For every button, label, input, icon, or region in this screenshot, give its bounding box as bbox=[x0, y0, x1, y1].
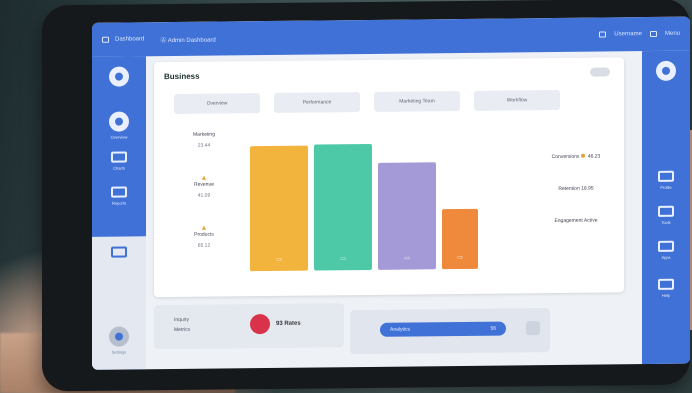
stat-label: Products bbox=[194, 231, 214, 238]
gear-icon bbox=[109, 326, 129, 347]
dot-icon bbox=[580, 153, 585, 158]
sidebar-item-overview[interactable]: Overview bbox=[92, 111, 146, 140]
stat-revenue: ▲ Revenue 41.09 bbox=[164, 174, 244, 199]
alert-icon[interactable] bbox=[250, 314, 270, 335]
alert-text: 93 Rates bbox=[276, 320, 301, 327]
settings-button[interactable] bbox=[526, 321, 540, 336]
tab-overview[interactable]: Overview bbox=[174, 93, 260, 115]
bar-3[interactable]: ▭ bbox=[378, 162, 436, 270]
stat-label: Engagement bbox=[554, 217, 583, 225]
sidebar-logo[interactable] bbox=[92, 66, 146, 87]
sidebar-item-label: Overview bbox=[110, 134, 128, 140]
bar-icon: ▭ bbox=[457, 254, 463, 262]
user-icon bbox=[658, 170, 674, 182]
stat-label: Retention bbox=[558, 185, 580, 192]
sidebar-item-label: Settings bbox=[111, 349, 127, 355]
cloud-icon bbox=[111, 246, 127, 258]
sidebar-item-active[interactable] bbox=[92, 246, 146, 258]
main-card: Business Overview Performance Marketing … bbox=[154, 57, 624, 298]
footer-right-card: Analytics 56 bbox=[350, 308, 550, 355]
avatar[interactable] bbox=[649, 30, 657, 38]
sidebar-item-reports[interactable]: Reports bbox=[92, 186, 146, 206]
sidebar-item-charts[interactable]: Charts bbox=[92, 151, 146, 171]
stat-engagement: Engagement Active bbox=[536, 217, 616, 224]
right-item-tools[interactable]: Tools bbox=[642, 205, 690, 226]
grid-icon bbox=[658, 240, 674, 252]
menu-button[interactable]: Menu bbox=[665, 31, 680, 37]
stat-products: ▲ Products 65.12 bbox=[164, 224, 244, 249]
top-bar: Dashboard Ⓐ Admin Dashboard Username Men… bbox=[92, 16, 690, 57]
stat-retention: Retention 18.95 bbox=[536, 185, 616, 192]
right-item-label: Apps bbox=[661, 254, 671, 260]
tab-performance[interactable]: Performance bbox=[274, 92, 360, 113]
tab-workflow[interactable]: Workflow bbox=[474, 89, 560, 111]
monitor-icon bbox=[111, 151, 127, 163]
bar-icon: ▭ bbox=[404, 255, 410, 262]
stat-label: Marketing bbox=[193, 131, 215, 138]
user-name[interactable]: Username bbox=[614, 31, 642, 37]
nav-title[interactable]: Ⓐ Admin Dashboard bbox=[160, 34, 215, 44]
stat-marketing: Marketing 23.44 bbox=[164, 131, 244, 149]
right-stats: Conversions 46.23 Retention 18.95 Engage… bbox=[536, 153, 616, 250]
right-item-profile[interactable]: Profile bbox=[642, 170, 690, 191]
sidebar-item-settings[interactable]: Settings bbox=[92, 326, 146, 355]
stat-value: 23.44 bbox=[197, 142, 211, 149]
logo-icon bbox=[102, 36, 109, 43]
bar-2[interactable]: ▭ bbox=[314, 143, 372, 271]
left-sidebar: Overview Charts Reports Settings bbox=[92, 56, 146, 370]
right-item-label: Help bbox=[661, 292, 671, 298]
footer-label: Inquiry bbox=[174, 316, 190, 324]
stat-value: 65.12 bbox=[197, 242, 211, 249]
tab-marketing-team[interactable]: Marketing Team bbox=[374, 91, 460, 112]
tab-bar: Overview Performance Marketing Team Work… bbox=[174, 89, 560, 115]
logo-badge-icon bbox=[109, 66, 129, 87]
tools-icon bbox=[658, 205, 674, 217]
globe-icon bbox=[109, 111, 129, 132]
right-sidebar: Profile Tools Apps Help bbox=[642, 50, 690, 365]
bar-icon: ▭ bbox=[276, 256, 282, 263]
document-icon bbox=[111, 186, 127, 198]
tablet-screen: Dashboard Ⓐ Admin Dashboard Username Men… bbox=[92, 16, 690, 370]
right-item-help[interactable]: Help bbox=[642, 278, 690, 299]
footer-left-card: Inquiry Metrics 93 Rates bbox=[154, 303, 344, 350]
stat-conversions: Conversions 46.23 bbox=[536, 153, 616, 161]
mail-icon[interactable] bbox=[599, 31, 607, 38]
bar-1[interactable]: ▭ bbox=[250, 145, 308, 272]
bar-4[interactable]: ▭ bbox=[442, 209, 478, 270]
stat-label: Conversions bbox=[551, 153, 580, 161]
pill-value: 56 bbox=[490, 325, 496, 332]
stat-label: Revenue bbox=[193, 181, 214, 188]
app-name: Dashboard bbox=[115, 36, 145, 43]
analytics-slider[interactable]: Analytics 56 bbox=[380, 321, 506, 337]
tablet-device: Dashboard Ⓐ Admin Dashboard Username Men… bbox=[42, 0, 690, 392]
help-icon bbox=[658, 278, 674, 290]
logo-badge-icon bbox=[656, 60, 676, 81]
right-sidebar-logo[interactable] bbox=[642, 60, 690, 82]
right-item-label: Profile bbox=[660, 184, 672, 190]
right-item-label: Tools bbox=[661, 219, 671, 225]
bar-chart: ▭ ▭ ▭ ▭ bbox=[250, 138, 510, 272]
stat-value: Active bbox=[583, 217, 598, 224]
pill-label: Analytics bbox=[390, 326, 411, 333]
sidebar-item-label: Reports bbox=[111, 200, 126, 206]
footer-sublabel: Metrics bbox=[174, 326, 191, 334]
stat-value: 41.09 bbox=[197, 192, 211, 199]
right-item-apps[interactable]: Apps bbox=[642, 240, 690, 261]
stat-value: 46.23 bbox=[587, 153, 601, 160]
bar-icon: ▭ bbox=[340, 256, 346, 263]
left-stats: Marketing 23.44 ▲ Revenue 41.09 ▲ Produc… bbox=[164, 131, 244, 275]
stat-value: 18.95 bbox=[581, 185, 594, 192]
sidebar-item-label: Charts bbox=[113, 165, 125, 171]
view-toggle[interactable] bbox=[590, 67, 610, 77]
page-title: Business bbox=[164, 71, 200, 82]
